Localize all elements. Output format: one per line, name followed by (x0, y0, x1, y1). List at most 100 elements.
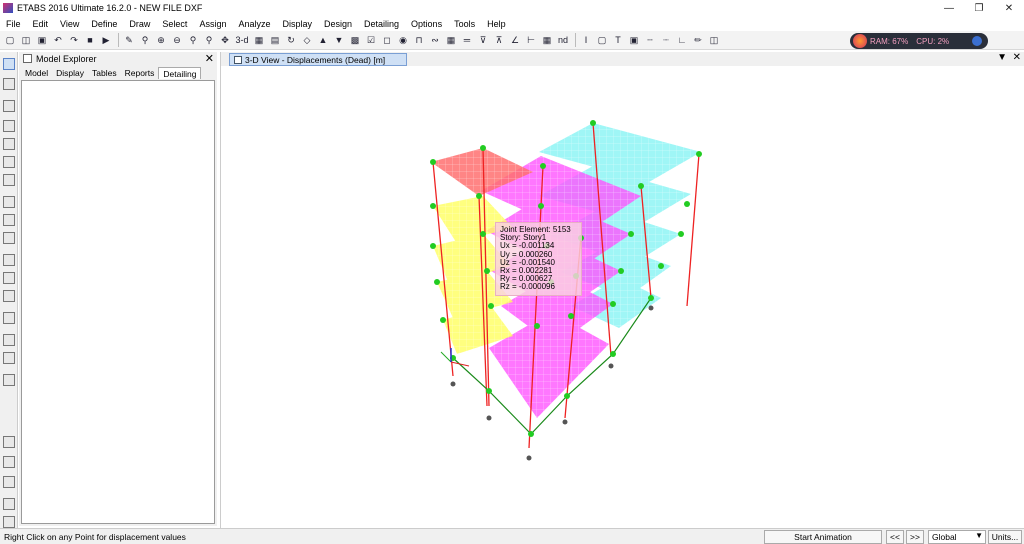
explorer-tree-area[interactable] (21, 80, 215, 524)
view-dropdown-icon[interactable]: ▼ (997, 52, 1007, 63)
undo-icon[interactable]: ↶ (51, 33, 65, 47)
zoom-out-icon[interactable]: ⊖ (170, 33, 184, 47)
menu-draw[interactable]: Draw (123, 19, 156, 29)
menu-help[interactable]: Help (481, 19, 512, 29)
lock-icon[interactable]: ■ (83, 33, 97, 47)
up-arrow-icon[interactable]: ▲ (316, 33, 330, 47)
draw-opening-icon[interactable] (3, 290, 15, 302)
tab-display[interactable]: Display (52, 67, 88, 79)
reshape-icon[interactable] (3, 78, 15, 90)
show-undeformed-icon[interactable]: ◻ (380, 33, 394, 47)
plan-view-icon[interactable]: ▦ (252, 33, 266, 47)
snap-options-icon[interactable] (3, 498, 15, 510)
menu-tools[interactable]: Tools (448, 19, 481, 29)
draw-link-icon[interactable] (3, 312, 15, 324)
tab-tables[interactable]: Tables (88, 67, 121, 79)
select-pointer-icon[interactable] (3, 58, 15, 70)
i-section-icon[interactable]: I (579, 33, 593, 47)
tab-detailing[interactable]: Detailing (158, 67, 202, 79)
model-canvas[interactable]: Joint Element: 5153 Story: Story1 Ux = -… (221, 66, 1024, 528)
quick-draw-brace-icon[interactable] (3, 174, 15, 186)
save-icon[interactable]: ▣ (35, 33, 49, 47)
select-all-icon[interactable] (3, 436, 15, 448)
clear-selection-icon[interactable] (3, 476, 15, 488)
draw-joint-icon[interactable] (3, 100, 15, 112)
close-explorer-icon[interactable]: ✕ (205, 52, 214, 65)
menu-file[interactable]: File (0, 19, 27, 29)
menu-assign[interactable]: Assign (193, 19, 232, 29)
tee-section-icon[interactable]: T (611, 33, 625, 47)
line-style-icon[interactable]: ┄ (643, 33, 657, 47)
channel-section-icon[interactable]: ▣ (627, 33, 641, 47)
display-deformed-icon[interactable]: ∾ (428, 33, 442, 47)
zoom-window-icon[interactable]: ⚲ (138, 33, 152, 47)
tab-model[interactable]: Model (21, 67, 52, 79)
menu-display[interactable]: Display (276, 19, 318, 29)
display-frame-forces-icon[interactable]: ⊓ (412, 33, 426, 47)
view-3d-button[interactable]: 3-d (234, 33, 250, 47)
draw-floor-icon[interactable] (3, 196, 15, 208)
draw-wall-icon[interactable] (3, 254, 15, 266)
nd-button[interactable]: nd (556, 33, 570, 47)
menu-design[interactable]: Design (318, 19, 358, 29)
wall-section-icon[interactable]: ◫ (707, 33, 721, 47)
draw-rect-floor-icon[interactable] (3, 214, 15, 226)
draw-frame-icon[interactable] (3, 120, 15, 132)
quick-draw-wall-icon[interactable] (3, 272, 15, 284)
display-stresses-icon[interactable]: ═ (460, 33, 474, 47)
elevation-view-icon[interactable]: ▤ (268, 33, 282, 47)
maximize-button[interactable]: ❐ (964, 0, 994, 16)
start-animation-button[interactable]: Start Animation (764, 530, 882, 544)
structure-3d-model[interactable] (221, 66, 1024, 528)
set-display-icon[interactable]: ☑ (364, 33, 378, 47)
menu-detailing[interactable]: Detailing (358, 19, 405, 29)
tab-reports[interactable]: Reports (121, 67, 159, 79)
snap-to-icon[interactable] (3, 516, 15, 528)
view-close-icon[interactable]: ✕ (1013, 52, 1021, 63)
view-pin-icon[interactable] (234, 55, 242, 64)
quick-draw-column-icon[interactable] (3, 156, 15, 168)
draw-brace-icon[interactable]: ∠ (508, 33, 522, 47)
minimize-button[interactable]: — (934, 0, 964, 16)
quick-draw-floor-icon[interactable] (3, 232, 15, 244)
menu-edit[interactable]: Edit (27, 19, 55, 29)
menu-select[interactable]: Select (156, 19, 193, 29)
previous-step-button[interactable]: << (886, 530, 904, 544)
quick-draw-beam-icon[interactable] (3, 138, 15, 150)
object-shrink-icon[interactable]: ▩ (348, 33, 362, 47)
zoom-in-icon[interactable]: ⊕ (154, 33, 168, 47)
display-shell-forces-icon[interactable]: ▦ (444, 33, 458, 47)
units-button[interactable]: Units... (988, 530, 1022, 544)
redo-icon[interactable]: ↷ (67, 33, 81, 47)
menu-view[interactable]: View (54, 19, 85, 29)
display-loads-icon[interactable]: ◉ (396, 33, 410, 47)
angle-section-icon[interactable]: ∟ (675, 33, 689, 47)
down-arrow-icon[interactable]: ▼ (332, 33, 346, 47)
perspective-icon[interactable]: ◇ (300, 33, 314, 47)
draw-tendon-icon[interactable] (3, 374, 15, 386)
close-button[interactable]: ✕ (994, 0, 1024, 16)
pin-icon[interactable] (23, 54, 32, 63)
draw-beam-icon[interactable]: ⊼ (492, 33, 506, 47)
new-model-icon[interactable]: ▢ (3, 33, 17, 47)
run-analysis-icon[interactable]: ▶ (99, 33, 113, 47)
open-file-icon[interactable]: ◫ (19, 33, 33, 47)
pencil-edit-icon[interactable]: ✏ (691, 33, 705, 47)
draw-slab-icon[interactable]: ▦ (540, 33, 554, 47)
box-section-icon[interactable]: ▢ (595, 33, 609, 47)
view-tab-3d[interactable]: 3-D View - Displacements (Dead) [m] (229, 53, 407, 66)
zoom-fit-icon[interactable]: ⚲ (202, 33, 216, 47)
dash-style-icon[interactable]: ┈ (659, 33, 673, 47)
menu-define[interactable]: Define (85, 19, 123, 29)
zoom-previous-icon[interactable]: ⚲ (186, 33, 200, 47)
next-step-button[interactable]: >> (906, 530, 924, 544)
pencil-icon[interactable]: ✎ (122, 33, 136, 47)
pan-icon[interactable]: ✥ (218, 33, 232, 47)
draw-grid-icon[interactable] (3, 334, 15, 346)
draw-column-icon[interactable]: ⊢ (524, 33, 538, 47)
menu-analyze[interactable]: Analyze (232, 19, 276, 29)
draw-dimension-icon[interactable] (3, 352, 15, 364)
select-previous-icon[interactable] (3, 456, 15, 468)
menu-options[interactable]: Options (405, 19, 448, 29)
rotate-icon[interactable]: ↻ (284, 33, 298, 47)
